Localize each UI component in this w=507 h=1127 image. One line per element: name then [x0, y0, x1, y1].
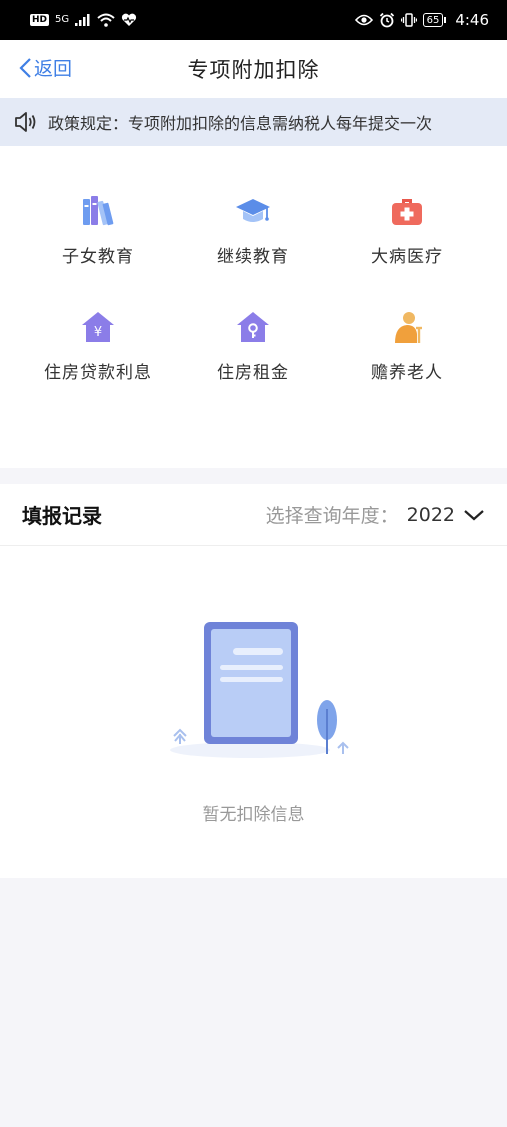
records-title: 填报记录 — [22, 504, 102, 528]
status-left: HD 5G — [30, 13, 137, 27]
category-serious-illness[interactable]: 大病医疗 — [332, 192, 482, 282]
back-button[interactable]: 返回 — [18, 54, 72, 81]
category-label: 大病医疗 — [371, 247, 443, 267]
medical-kit-icon — [388, 192, 426, 230]
chevron-down-icon — [464, 509, 484, 520]
category-continuing-education[interactable]: 继续教育 — [178, 192, 328, 282]
alarm-icon — [379, 12, 394, 28]
category-panel: 子女教育 继续教育 大病医疗 ¥ 住房贷款利息 住房租金 赡养老人 — [0, 146, 507, 468]
graduation-cap-icon — [234, 192, 272, 230]
year-value: 2022 — [406, 503, 455, 526]
year-label: 选择查询年度： — [265, 505, 399, 527]
svg-text:¥: ¥ — [94, 325, 102, 340]
back-label: 返回 — [34, 58, 73, 80]
status-bar: HD 5G 65 4:46 — [0, 0, 507, 40]
category-label: 住房租金 — [217, 363, 289, 383]
category-child-education[interactable]: 子女教育 — [23, 192, 173, 282]
heart-rate-icon — [122, 13, 137, 26]
status-right: 65 4:46 — [354, 11, 489, 29]
clock: 4:46 — [455, 11, 489, 29]
hd-badge: HD — [30, 14, 50, 26]
network-type: 5G — [55, 14, 70, 25]
year-selector[interactable]: 选择查询年度： 2022 — [266, 501, 485, 528]
category-housing-rent[interactable]: 住房租金 — [178, 308, 328, 398]
records-header: 填报记录 选择查询年度： 2022 — [0, 484, 507, 546]
elderly-person-icon — [388, 308, 426, 346]
page-title: 专项附加扣除 — [187, 58, 320, 82]
category-label: 住房贷款利息 — [44, 363, 152, 383]
signal-icon — [75, 14, 90, 26]
notice-bar: 政策规定：专项附加扣除的信息需纳税人每年提交一次 — [0, 98, 507, 146]
vibrate-icon — [400, 13, 417, 27]
notice-text: 政策规定：专项附加扣除的信息需纳税人每年提交一次 — [48, 114, 433, 133]
chevron-left-icon — [19, 57, 31, 78]
house-yuan-icon: ¥ — [79, 308, 117, 346]
nav-bar: 返回 专项附加扣除 — [0, 40, 507, 98]
wifi-icon — [97, 13, 115, 27]
records-panel: 填报记录 选择查询年度： 2022 暂无扣除信息 — [0, 484, 507, 878]
empty-state-text: 暂无扣除信息 — [202, 805, 305, 825]
empty-state-illustration — [160, 614, 360, 764]
category-label: 继续教育 — [217, 247, 289, 267]
category-label: 子女教育 — [62, 247, 134, 267]
battery-indicator: 65 — [422, 13, 447, 27]
category-mortgage-interest[interactable]: ¥ 住房贷款利息 — [23, 308, 173, 398]
house-key-icon — [234, 308, 272, 346]
speaker-icon — [15, 112, 36, 132]
category-elderly-support[interactable]: 赡养老人 — [332, 308, 482, 398]
eye-icon — [354, 14, 373, 26]
category-label: 赡养老人 — [371, 363, 443, 383]
books-icon — [79, 192, 117, 230]
